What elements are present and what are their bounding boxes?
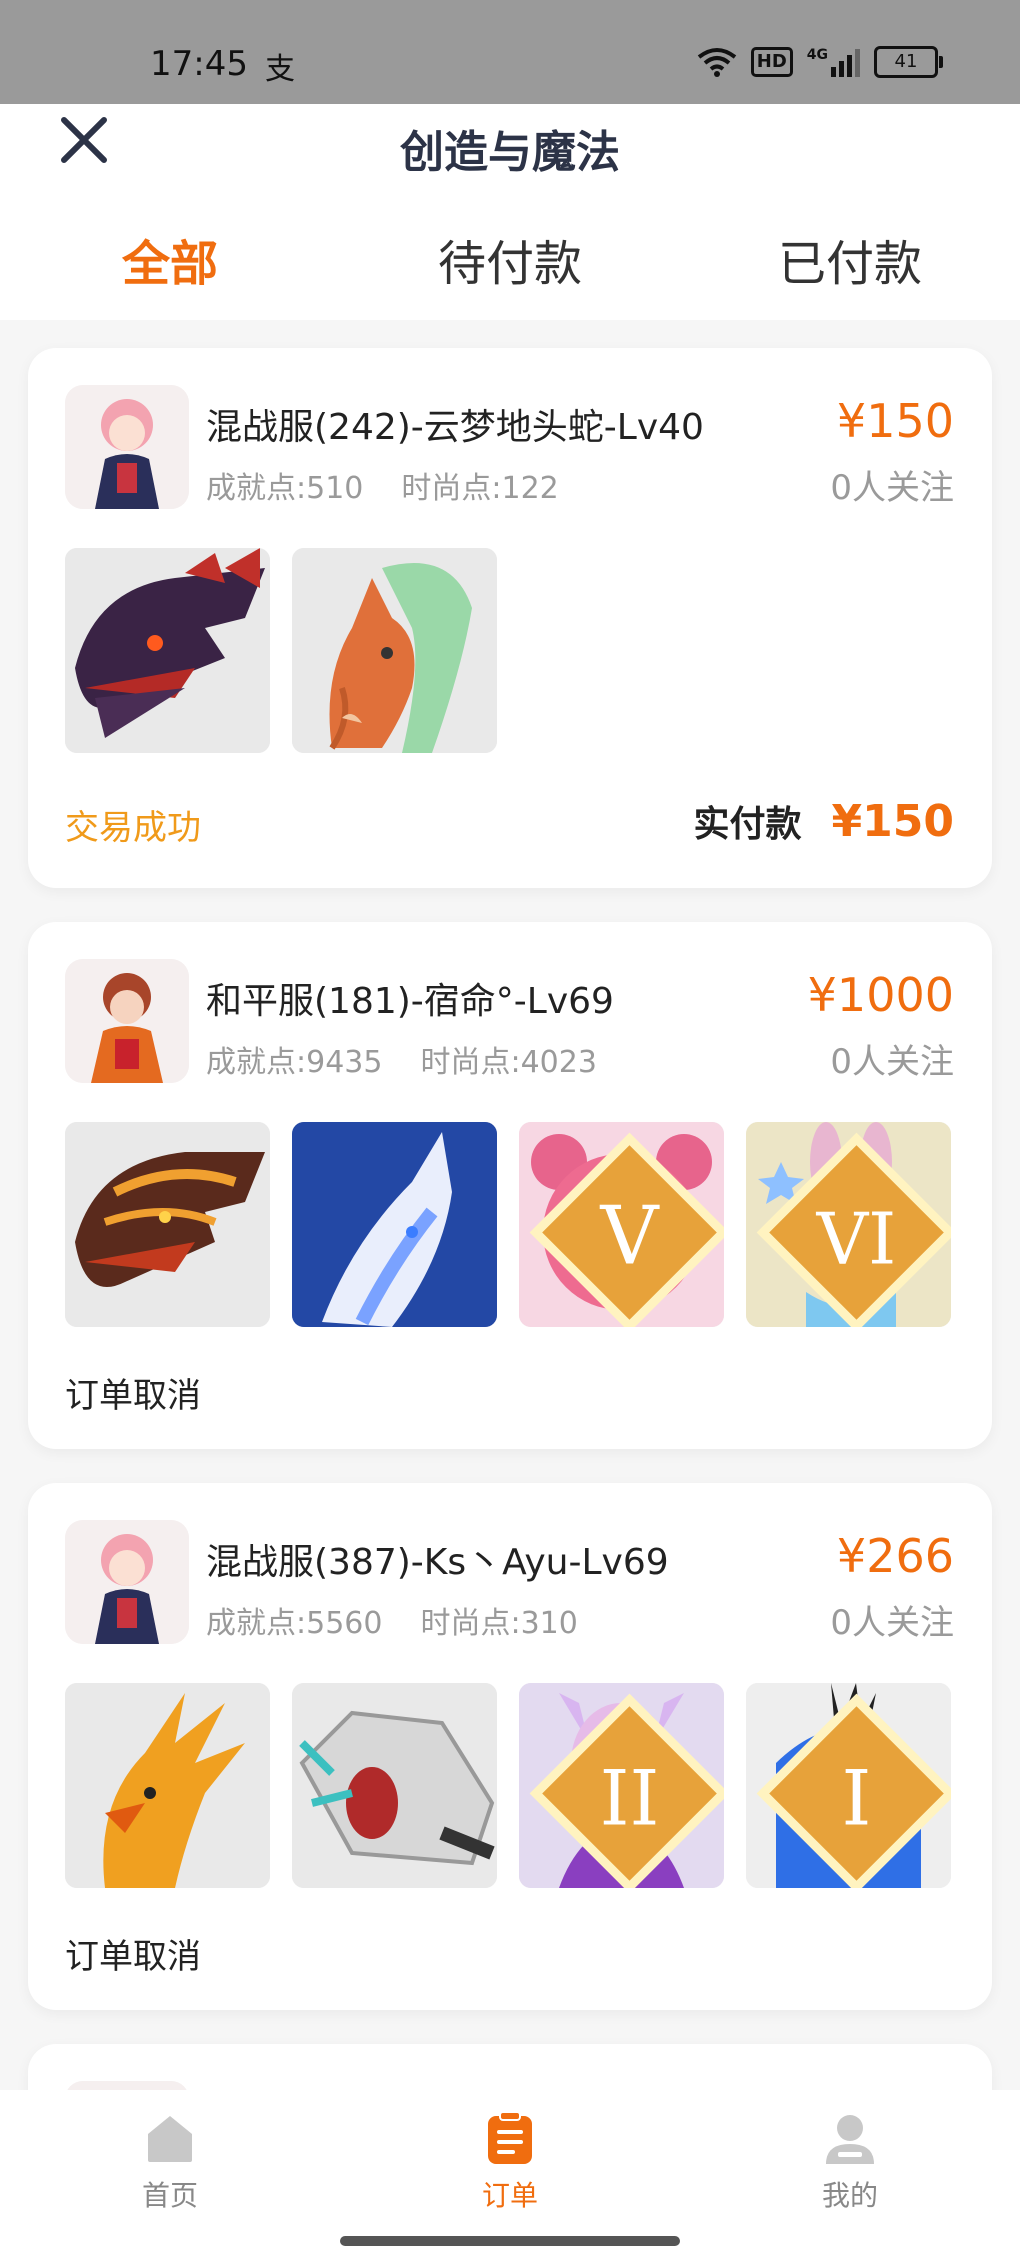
server-name: 混战服(242)-云梦地头蛇-Lv40 [206, 407, 704, 448]
follow-count: 0人关注 [830, 468, 954, 508]
order-status: 交易成功 [65, 808, 201, 848]
clipboard-icon [488, 2111, 532, 2164]
character-avatar [65, 385, 189, 509]
achievement-points: 成就点:5560 [206, 1606, 383, 1641]
order-status: 订单取消 [65, 1376, 201, 1416]
order-card[interactable]: 混战服(242)-云梦地头蛇-Lv40 成就点:510 时尚点:122 ¥150… [28, 348, 992, 888]
home-indicator[interactable] [340, 2236, 680, 2246]
server-name: 混战服(387)-Ks丶Ayu-Lv69 [206, 1542, 669, 1583]
pet-gallery [65, 548, 497, 753]
tier-badge-icon: I [756, 1693, 951, 1888]
nav-profile-label: 我的 [821, 2179, 878, 2212]
paid-summary: 实付款 ¥150 [694, 795, 954, 847]
network-type: 4G [806, 47, 828, 63]
status-bar: 17:45 支 HD 4G 41 [0, 0, 1020, 104]
tab-bar: 全部 待付款 已付款 [0, 224, 1020, 294]
order-status: 订单取消 [65, 1937, 201, 1977]
tab-pending-payment[interactable]: 待付款 [340, 224, 680, 294]
tab-paid[interactable]: 已付款 [680, 224, 1020, 294]
nav-orders-label: 订单 [481, 2179, 538, 2212]
svg-text:VI: VI [816, 1198, 897, 1281]
svg-text:II: II [600, 1755, 660, 1843]
status-time: 17:45 [150, 44, 248, 84]
character-stats: 成就点:5560 时尚点:310 [206, 1598, 578, 1642]
character-stats: 成就点:9435 时尚点:4023 [206, 1037, 597, 1081]
fashion-points: 时尚点:4023 [420, 1045, 597, 1080]
paid-amount: ¥150 [831, 796, 954, 847]
order-card[interactable]: 和平服(181)-宿命°-Lv69 成就点:9435 时尚点:4023 ¥100… [28, 922, 992, 1449]
svg-text:I: I [842, 1755, 872, 1843]
svg-text:V: V [600, 1190, 661, 1283]
server-name: 和平服(181)-宿命°-Lv69 [206, 981, 614, 1022]
listing-price: ¥150 [836, 394, 954, 448]
pet-thumbnail[interactable] [292, 1122, 497, 1327]
pet-thumbnail[interactable] [65, 1122, 270, 1327]
character-avatar [65, 1520, 189, 1644]
tier-badge-icon: II [529, 1693, 724, 1888]
pet-thumbnail[interactable]: II [519, 1683, 724, 1888]
pet-gallery: II I [65, 1683, 951, 1888]
character-stats: 成就点:510 时尚点:122 [206, 463, 559, 507]
nav-home[interactable]: 首页 [90, 2110, 250, 2214]
achievement-points: 成就点:510 [206, 471, 364, 506]
achievement-points: 成就点:9435 [206, 1045, 383, 1080]
tier-badge-icon: V [529, 1132, 724, 1327]
nav-profile[interactable]: 我的 [770, 2110, 930, 2214]
nav-home-label: 首页 [141, 2179, 198, 2212]
listing-price: ¥266 [836, 1529, 954, 1583]
wifi-icon [697, 48, 736, 77]
pet-thumbnail[interactable] [65, 548, 270, 753]
pet-thumbnail[interactable]: I [746, 1683, 951, 1888]
listing-price: ¥1000 [807, 968, 954, 1022]
fashion-points: 时尚点:122 [401, 471, 559, 506]
battery-icon: 41 [874, 46, 943, 78]
pet-thumbnail[interactable] [65, 1683, 270, 1888]
paid-label: 实付款 [693, 804, 802, 845]
page-title: 创造与魔法 [400, 127, 620, 178]
follow-count: 0人关注 [830, 1603, 954, 1643]
nav-orders[interactable]: 订单 [430, 2110, 590, 2214]
follow-count: 0人关注 [830, 1042, 954, 1082]
pet-gallery: V VI [65, 1122, 951, 1327]
pet-thumbnail[interactable]: VI [746, 1122, 951, 1327]
hd-badge: HD [750, 47, 793, 77]
signal-icon: 4G [807, 47, 860, 77]
pet-thumbnail[interactable] [292, 1683, 497, 1888]
character-avatar [65, 959, 189, 1083]
fashion-points: 时尚点:310 [420, 1606, 578, 1641]
tier-badge-icon: VI [756, 1132, 951, 1327]
pet-thumbnail[interactable] [292, 548, 497, 753]
header: 创造与魔法 全部 待付款 已付款 [0, 104, 1020, 320]
user-icon [826, 2115, 874, 2164]
alipay-icon: 支 [265, 52, 295, 87]
tab-all[interactable]: 全部 [0, 224, 340, 294]
pet-thumbnail[interactable]: V [519, 1122, 724, 1327]
status-icons: HD 4G 41 [697, 46, 943, 78]
order-card[interactable]: 混战服(387)-Ks丶Ayu-Lv69 成就点:5560 时尚点:310 ¥2… [28, 1483, 992, 2010]
home-icon [148, 2116, 192, 2162]
